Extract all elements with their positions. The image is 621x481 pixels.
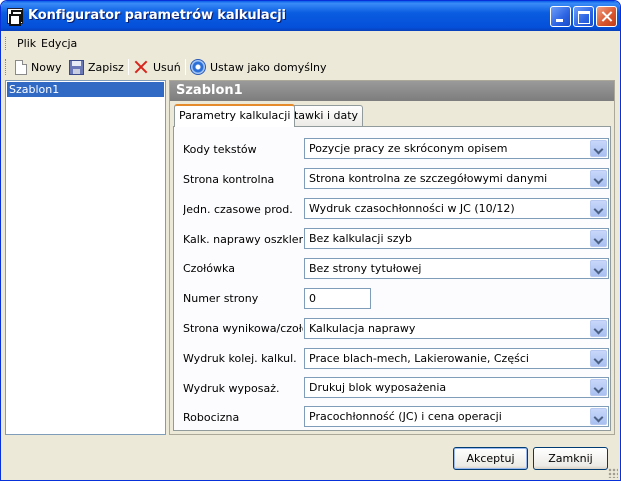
title-bar[interactable]: Konfigurator parametrów kalkulacji — [1, 1, 620, 31]
menu-grip[interactable] — [5, 37, 8, 50]
minimize-button[interactable] — [550, 6, 571, 27]
delete-button-label: Usuń — [153, 60, 181, 74]
delete-x-icon — [133, 59, 149, 75]
form-label: Czołówka — [183, 262, 235, 275]
default-target-icon — [190, 59, 206, 75]
floppy-disk-icon — [69, 59, 84, 75]
window-title: Konfigurator parametrów kalkulacji — [28, 8, 286, 23]
chevron-down-icon[interactable] — [590, 170, 607, 187]
chevron-down-icon[interactable] — [590, 260, 607, 277]
combo-value: Strona kontrolna ze szczegółowymi danymi — [309, 172, 548, 185]
form-label: Strona kontrolna — [183, 173, 275, 186]
delete-button[interactable]: Usuń — [133, 57, 181, 77]
control-page-combo[interactable]: Strona kontrolna ze szczegółowymi danymi — [304, 168, 609, 189]
equipment-print-combo[interactable]: Drukuj blok wyposażenia — [304, 377, 609, 398]
print-order-combo[interactable]: Prace blach-mech, Lakierowanie, Części — [304, 348, 609, 369]
chevron-down-icon[interactable] — [590, 408, 607, 425]
template-details-panel: Szablon1 Parametry kalkulacji Stawki i d… — [169, 80, 615, 435]
toolbar-separator — [185, 59, 186, 75]
page-number-input[interactable] — [305, 289, 370, 308]
close-window-button[interactable] — [596, 6, 617, 27]
menu-plik[interactable]: Plik — [17, 37, 36, 50]
configurator-window: Konfigurator parametrów kalkulacji Plik … — [0, 0, 621, 481]
tab-content: Kody tekstów Pozycje pracy ze skróconym … — [173, 126, 611, 431]
combo-value: Kalkulacja naprawy — [309, 322, 416, 335]
set-default-button[interactable]: Ustaw jako domyślny — [190, 57, 327, 77]
save-button[interactable]: Zapisz — [69, 57, 124, 77]
form-label: Numer strony — [183, 292, 259, 305]
form-label: Wydruk kolej. kalkul. — [183, 352, 297, 365]
list-item[interactable]: Szablon1 — [7, 82, 164, 97]
form-label: Strona wynikowa/czołówka — [183, 322, 303, 335]
combo-value: Bez strony tytułowej — [309, 262, 422, 275]
chevron-down-icon[interactable] — [590, 230, 607, 247]
resize-grip[interactable] — [608, 468, 618, 478]
tab-parametry-kalkulacji[interactable]: Parametry kalkulacji — [174, 104, 296, 127]
combo-value: Bez kalkulacji szyb — [309, 232, 413, 245]
form-label: Kalk. naprawy oszklenia — [183, 233, 303, 246]
set-default-button-label: Ustaw jako domyślny — [210, 60, 327, 74]
title-page-combo[interactable]: Bez strony tytułowej — [304, 258, 609, 279]
labor-combo[interactable]: Pracochłonność (JC) i cena operacji — [304, 406, 609, 427]
template-list: Szablon1 — [5, 80, 166, 435]
toolbar: Nowy Zapisz Usuń Ustaw jako domyślny — [5, 56, 335, 78]
chevron-down-icon[interactable] — [590, 200, 607, 217]
form-label: Kody tekstów — [183, 143, 257, 156]
glass-repair-combo[interactable]: Bez kalkulacji szyb — [304, 228, 609, 249]
chevron-down-icon[interactable] — [590, 350, 607, 367]
maximize-button[interactable] — [573, 6, 594, 27]
chevron-down-icon[interactable] — [590, 320, 607, 337]
toolbar-grip[interactable] — [5, 59, 8, 75]
combo-value: Drukuj blok wyposażenia — [309, 381, 447, 394]
time-units-combo[interactable]: Wydruk czasochłonności w JC (10/12) — [304, 198, 609, 219]
combo-value: Prace blach-mech, Lakierowanie, Części — [309, 352, 529, 365]
page-number-field[interactable] — [304, 288, 371, 309]
form-label: Wydruk wyposaż. — [183, 382, 280, 395]
text-codes-combo[interactable]: Pozycje pracy ze skróconym opisem — [304, 138, 609, 159]
panel-title: Szablon1 — [170, 81, 614, 101]
menu-edycja[interactable]: Edycja — [41, 37, 77, 50]
new-button-label: Nowy — [31, 60, 62, 74]
new-button[interactable]: Nowy — [13, 57, 61, 77]
new-document-icon — [15, 59, 27, 75]
save-button-label: Zapisz — [88, 60, 124, 74]
form-label: Robocizna — [183, 411, 240, 424]
toolbar-separator — [128, 59, 129, 75]
chevron-down-icon[interactable] — [590, 379, 607, 396]
app-icon — [7, 8, 23, 26]
chevron-down-icon[interactable] — [590, 140, 607, 157]
form-label: Jedn. czasowe prod. — [183, 203, 293, 216]
combo-value: Pracochłonność (JC) i cena operacji — [309, 410, 502, 423]
combo-value: Wydruk czasochłonności w JC (10/12) — [309, 202, 515, 215]
combo-value: Pozycje pracy ze skróconym opisem — [309, 142, 508, 155]
result-page-combo[interactable]: Kalkulacja naprawy — [304, 318, 609, 339]
accept-button[interactable]: Akceptuj — [453, 447, 528, 470]
close-button[interactable]: Zamknij — [533, 447, 608, 470]
